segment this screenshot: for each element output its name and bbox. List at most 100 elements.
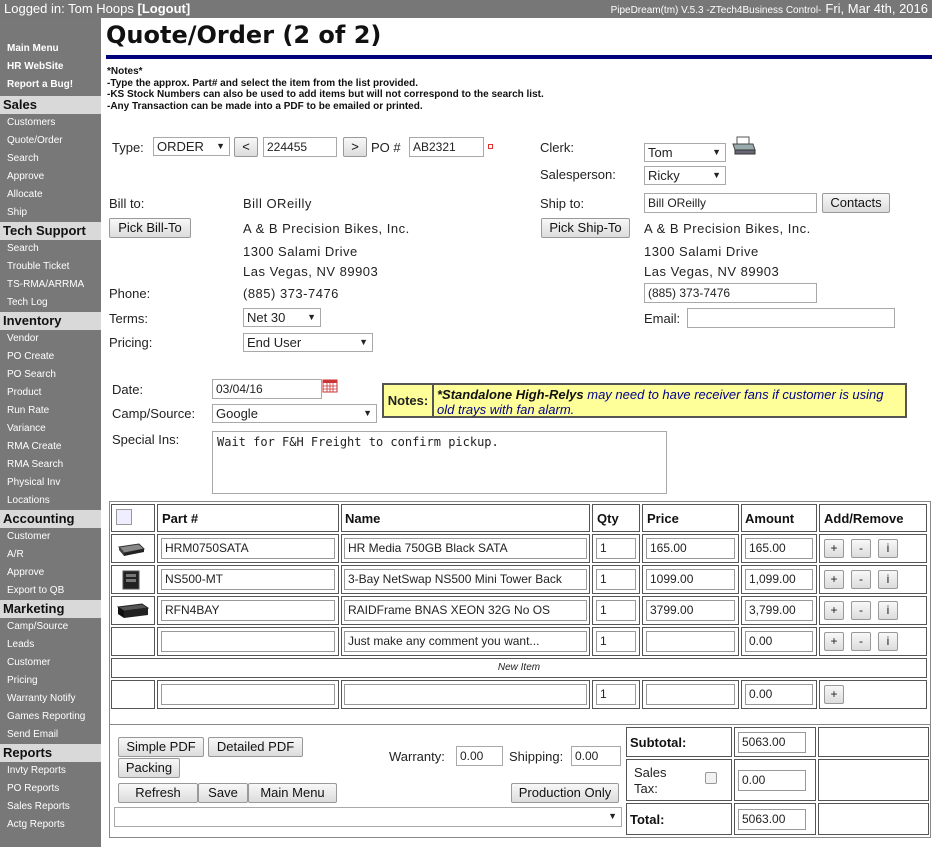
qty-input[interactable]: 1 xyxy=(596,569,636,590)
sidebar-item-approve[interactable]: Approve xyxy=(0,168,101,186)
sidebar-item-customers[interactable]: Customers xyxy=(0,114,101,132)
sidebar-item-mkt-customer[interactable]: Customer xyxy=(0,654,101,672)
warranty-field[interactable]: 0.00 xyxy=(456,746,503,766)
camp-source-select[interactable]: Google ▼ xyxy=(212,404,377,423)
pricing-select[interactable]: End User ▼ xyxy=(243,333,373,352)
date-field[interactable]: 03/04/16 xyxy=(212,379,322,399)
sidebar-item-trouble-ticket[interactable]: Trouble Ticket xyxy=(0,258,101,276)
price-input[interactable]: 1099.00 xyxy=(646,569,735,590)
sidebar-item-games-reporting[interactable]: Games Reporting xyxy=(0,708,101,726)
info-button[interactable]: i xyxy=(878,601,898,620)
salesperson-select[interactable]: Ricky ▼ xyxy=(644,166,726,185)
logout-link[interactable]: [Logout] xyxy=(137,1,190,16)
sidebar-item-po-search[interactable]: PO Search xyxy=(0,366,101,384)
part-input[interactable]: NS500-MT xyxy=(161,569,335,590)
sidebar-item-product[interactable]: Product xyxy=(0,384,101,402)
qty-input[interactable]: 1 xyxy=(596,600,636,621)
sidebar-item-export-qb[interactable]: Export to QB xyxy=(0,582,101,600)
part-input[interactable] xyxy=(161,631,335,652)
sidebar-item-invty-reports[interactable]: Invty Reports xyxy=(0,762,101,780)
info-button[interactable]: i xyxy=(878,632,898,651)
sidebar-item-acct-approve[interactable]: Approve xyxy=(0,564,101,582)
new-name-input[interactable] xyxy=(344,684,587,705)
pick-ship-to-button[interactable]: Pick Ship-To xyxy=(541,218,630,238)
ship-phone-field[interactable]: (885) 373-7476 xyxy=(644,283,817,303)
sales-tax-checkbox[interactable] xyxy=(705,772,717,784)
sidebar-item-warranty-notify[interactable]: Warranty Notify xyxy=(0,690,101,708)
pick-bill-to-button[interactable]: Pick Bill-To xyxy=(109,218,191,238)
next-order-button[interactable]: > xyxy=(343,137,367,157)
sidebar-item-run-rate[interactable]: Run Rate xyxy=(0,402,101,420)
sidebar-item-rma-search[interactable]: RMA Search xyxy=(0,456,101,474)
hr-website-link[interactable]: HR WebSite xyxy=(7,58,101,76)
sidebar-item-ts-search[interactable]: Search xyxy=(0,240,101,258)
price-input[interactable]: 3799.00 xyxy=(646,600,735,621)
printer-icon[interactable] xyxy=(731,136,757,156)
new-qty-input[interactable]: 1 xyxy=(596,684,636,705)
sidebar-item-ar[interactable]: A/R xyxy=(0,546,101,564)
sidebar-item-tech-log[interactable]: Tech Log xyxy=(0,294,101,312)
info-button[interactable]: i xyxy=(878,570,898,589)
sales-tax-field[interactable]: 0.00 xyxy=(738,770,806,791)
main-menu-button[interactable]: Main Menu xyxy=(248,783,337,803)
po-field[interactable]: AB2321 xyxy=(409,137,484,157)
prev-order-button[interactable]: < xyxy=(234,137,258,157)
calendar-icon[interactable] xyxy=(322,379,338,393)
qty-input[interactable]: 1 xyxy=(596,538,636,559)
remove-button[interactable]: - xyxy=(851,539,871,558)
sidebar-item-camp-source[interactable]: Camp/Source xyxy=(0,618,101,636)
name-input[interactable]: HR Media 750GB Black SATA xyxy=(344,538,587,559)
name-input[interactable]: RAIDFrame BNAS XEON 32G No OS xyxy=(344,600,587,621)
sidebar-item-physical-inv[interactable]: Physical Inv xyxy=(0,474,101,492)
part-input[interactable]: RFN4BAY xyxy=(161,600,335,621)
production-only-button[interactable]: Production Only xyxy=(511,783,619,803)
price-input[interactable] xyxy=(646,631,735,652)
sidebar-item-ts-rma[interactable]: TS-RMA/ARRMA xyxy=(0,276,101,294)
new-part-input[interactable] xyxy=(161,684,335,705)
footer-action-select[interactable]: ▼ xyxy=(114,807,622,827)
add-new-item-button[interactable]: + xyxy=(824,685,844,704)
sidebar-item-allocate[interactable]: Allocate xyxy=(0,186,101,204)
sidebar-item-ship[interactable]: Ship xyxy=(0,204,101,222)
shipping-field[interactable]: 0.00 xyxy=(571,746,621,766)
sidebar-item-quote-order[interactable]: Quote/Order xyxy=(0,132,101,150)
add-button[interactable]: + xyxy=(824,632,844,651)
info-button[interactable]: i xyxy=(878,539,898,558)
main-menu-link[interactable]: Main Menu xyxy=(7,40,101,58)
add-button[interactable]: + xyxy=(824,539,844,558)
sidebar-item-acct-customer[interactable]: Customer xyxy=(0,528,101,546)
remove-button[interactable]: - xyxy=(851,601,871,620)
terms-select[interactable]: Net 30 ▼ xyxy=(243,308,321,327)
simple-pdf-button[interactable]: Simple PDF xyxy=(118,737,204,757)
sidebar-item-rma-create[interactable]: RMA Create xyxy=(0,438,101,456)
detailed-pdf-button[interactable]: Detailed PDF xyxy=(208,737,303,757)
contacts-button[interactable]: Contacts xyxy=(822,193,890,213)
name-input[interactable]: Just make any comment you want... xyxy=(344,631,587,652)
name-input[interactable]: 3-Bay NetSwap NS500 Mini Tower Back xyxy=(344,569,587,590)
save-button[interactable]: Save xyxy=(198,783,248,803)
packing-button[interactable]: Packing xyxy=(118,758,180,778)
sidebar-item-locations[interactable]: Locations xyxy=(0,492,101,510)
sidebar-item-vendor[interactable]: Vendor xyxy=(0,330,101,348)
sidebar-item-variance[interactable]: Variance xyxy=(0,420,101,438)
sidebar-item-sales-reports[interactable]: Sales Reports xyxy=(0,798,101,816)
sidebar-item-send-email[interactable]: Send Email xyxy=(0,726,101,744)
sidebar-item-actg-reports[interactable]: Actg Reports xyxy=(0,816,101,834)
sidebar-item-pricing[interactable]: Pricing xyxy=(0,672,101,690)
email-field[interactable] xyxy=(687,308,895,328)
sidebar-item-leads[interactable]: Leads xyxy=(0,636,101,654)
price-input[interactable]: 165.00 xyxy=(646,538,735,559)
type-select[interactable]: ORDER ▼ xyxy=(153,137,230,156)
order-number-field[interactable]: 224455 xyxy=(263,137,337,157)
part-input[interactable]: HRM0750SATA xyxy=(161,538,335,559)
sidebar-item-po-reports[interactable]: PO Reports xyxy=(0,780,101,798)
remove-button[interactable]: - xyxy=(851,632,871,651)
ship-to-name-field[interactable]: Bill OReilly xyxy=(644,193,817,213)
new-price-input[interactable] xyxy=(646,684,735,705)
add-button[interactable]: + xyxy=(824,570,844,589)
report-bug-link[interactable]: Report a Bug! xyxy=(7,76,101,94)
special-instructions-textarea[interactable]: Wait for F&H Freight to confirm pickup. xyxy=(212,431,667,494)
remove-button[interactable]: - xyxy=(851,570,871,589)
refresh-button[interactable]: Refresh xyxy=(118,783,198,803)
add-button[interactable]: + xyxy=(824,601,844,620)
